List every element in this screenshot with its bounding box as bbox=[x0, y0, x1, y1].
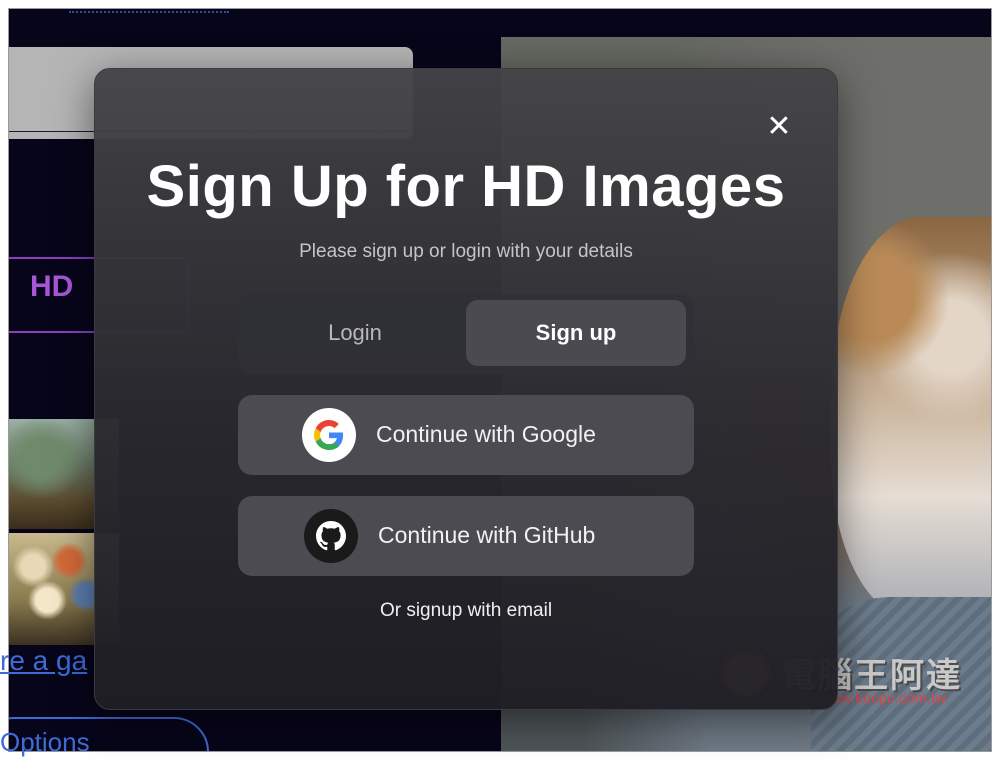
top-glimpse bbox=[69, 9, 229, 13]
tab-login[interactable]: Login bbox=[245, 300, 465, 366]
modal-subtitle: Please sign up or login with your detail… bbox=[299, 241, 633, 262]
hd-badge-label[interactable]: HD bbox=[30, 270, 73, 304]
github-icon bbox=[304, 509, 358, 563]
google-button-label: Continue with Google bbox=[376, 421, 596, 447]
github-button-label: Continue with GitHub bbox=[378, 522, 596, 548]
modal-title: Sign Up for HD Images bbox=[146, 154, 786, 219]
close-icon[interactable]: ✕ bbox=[764, 112, 794, 142]
signup-with-email-link[interactable]: Or signup with email bbox=[238, 600, 694, 622]
continue-with-github-button[interactable]: Continue with GitHub bbox=[238, 496, 694, 576]
options-button-label[interactable]: Options bbox=[0, 727, 90, 758]
share-gallery-link[interactable]: re a ga bbox=[0, 645, 87, 677]
cat-face bbox=[831, 217, 991, 617]
google-icon bbox=[302, 408, 356, 462]
tab-signup[interactable]: Sign up bbox=[466, 300, 686, 366]
continue-with-google-button[interactable]: Continue with Google bbox=[238, 395, 694, 475]
